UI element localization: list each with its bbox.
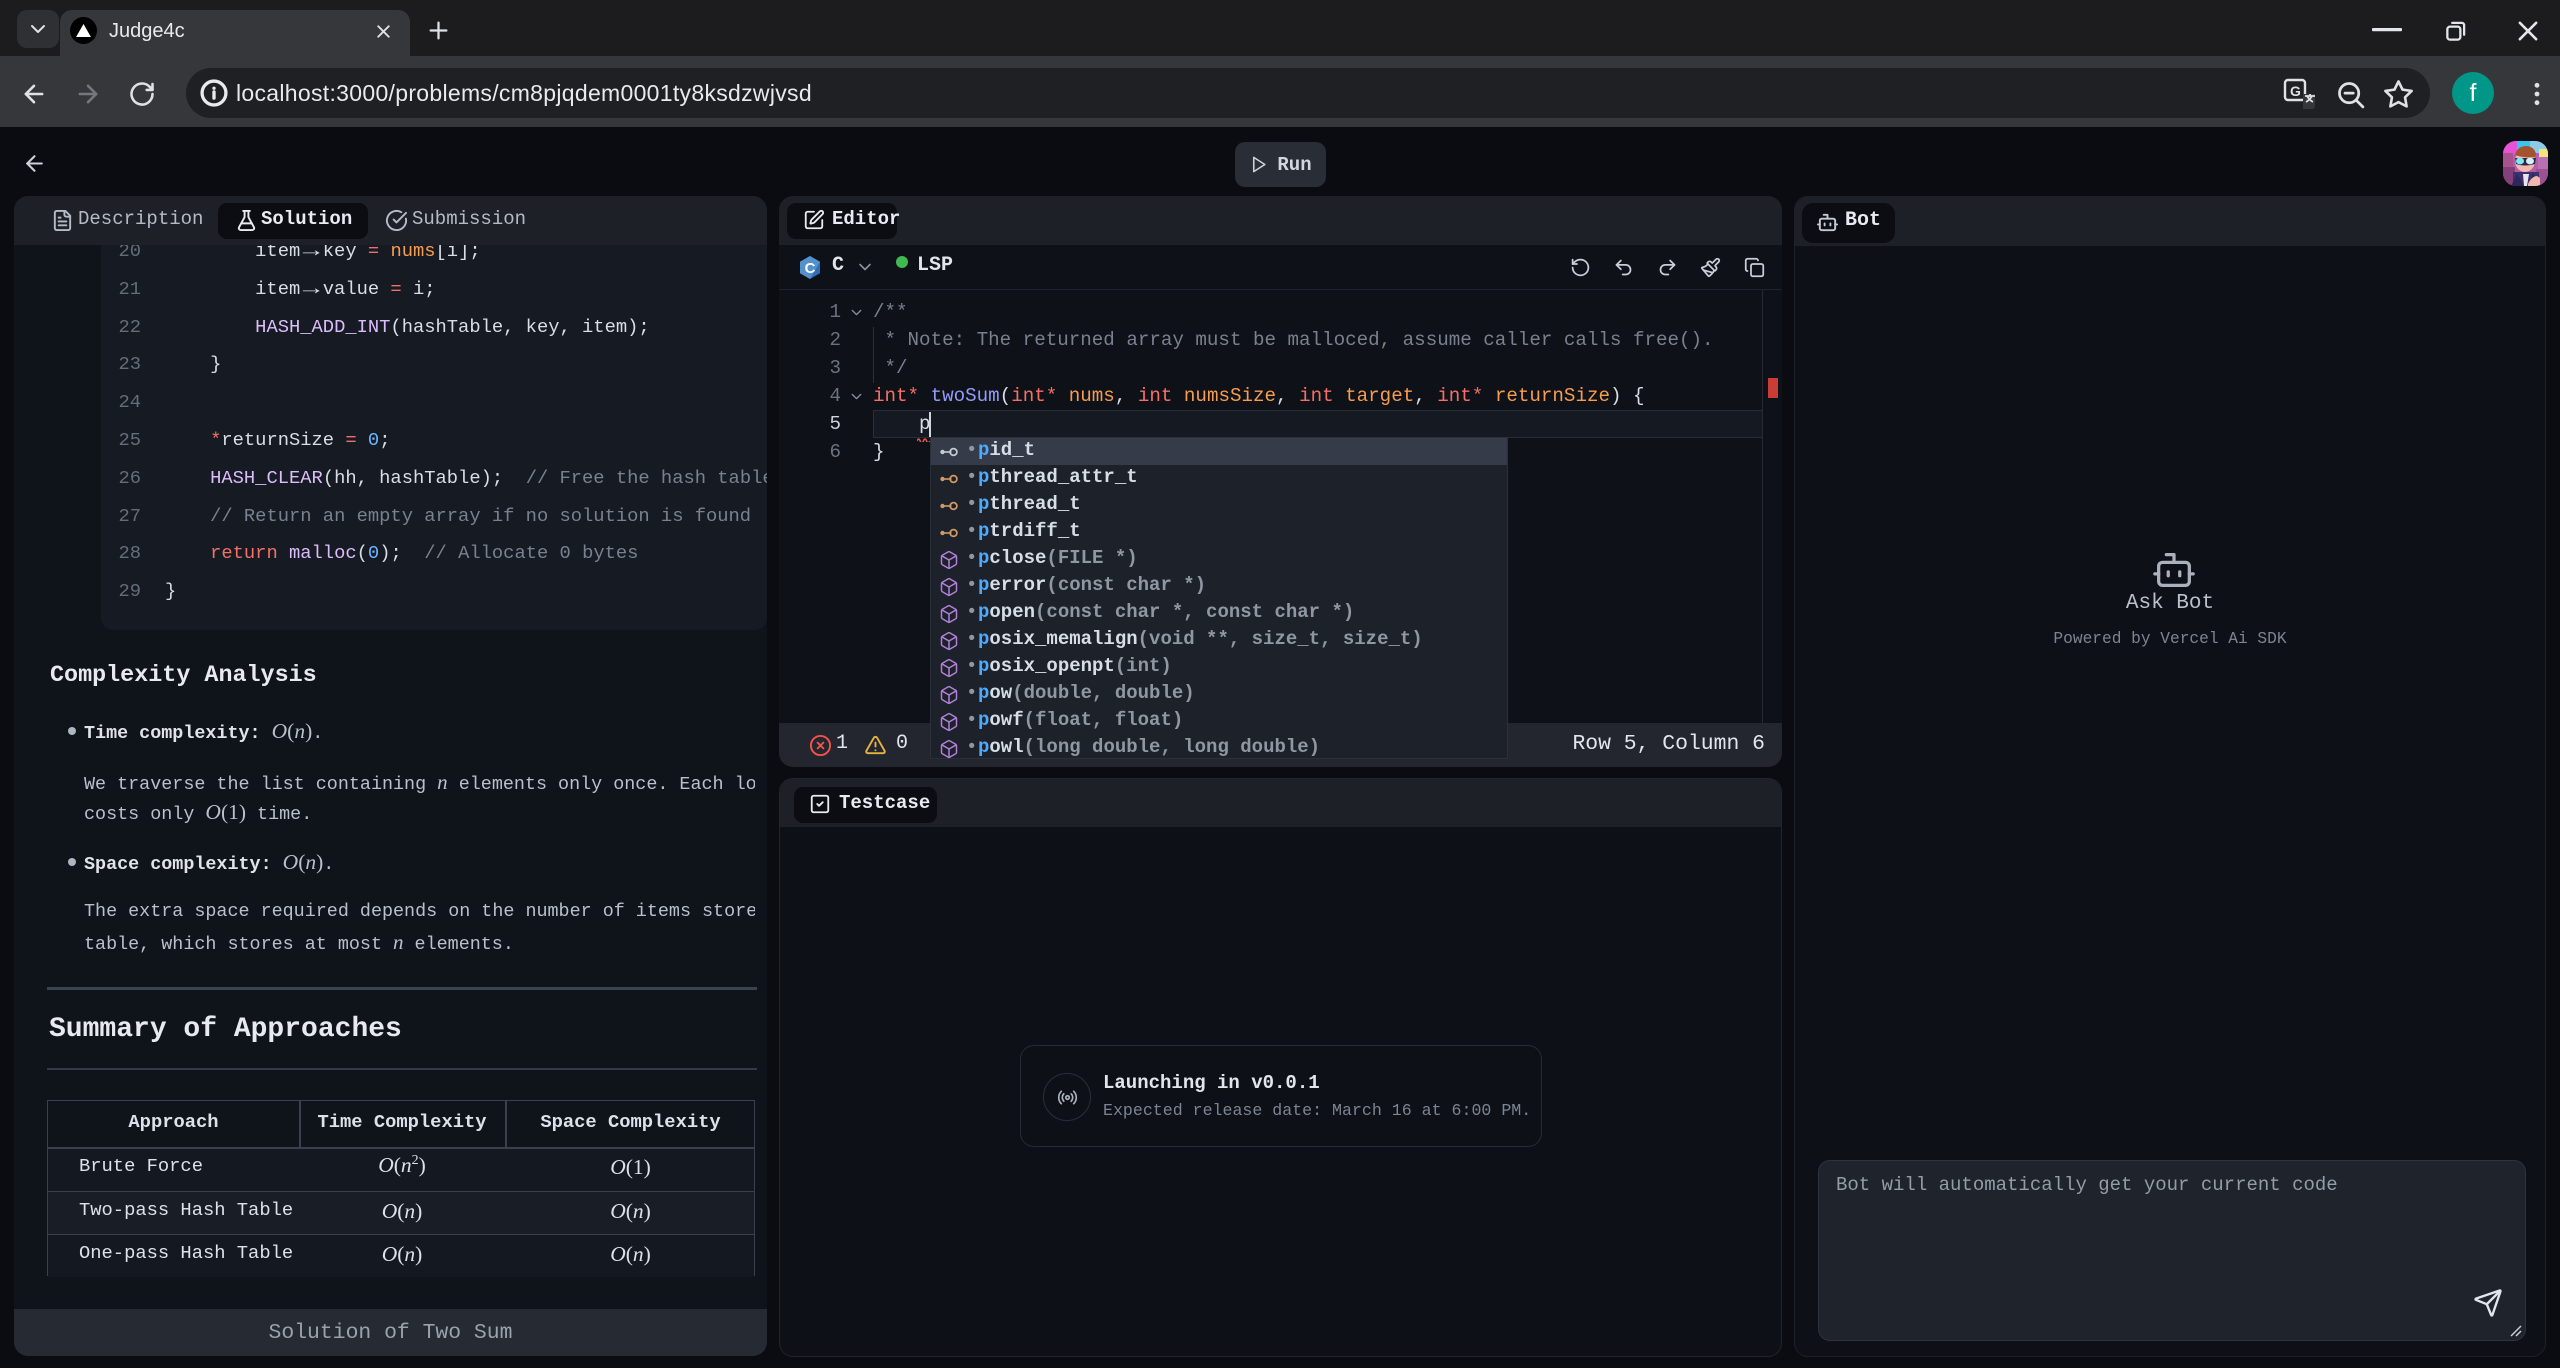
svg-text:G: G xyxy=(2290,83,2301,99)
svg-text:C: C xyxy=(805,260,816,277)
